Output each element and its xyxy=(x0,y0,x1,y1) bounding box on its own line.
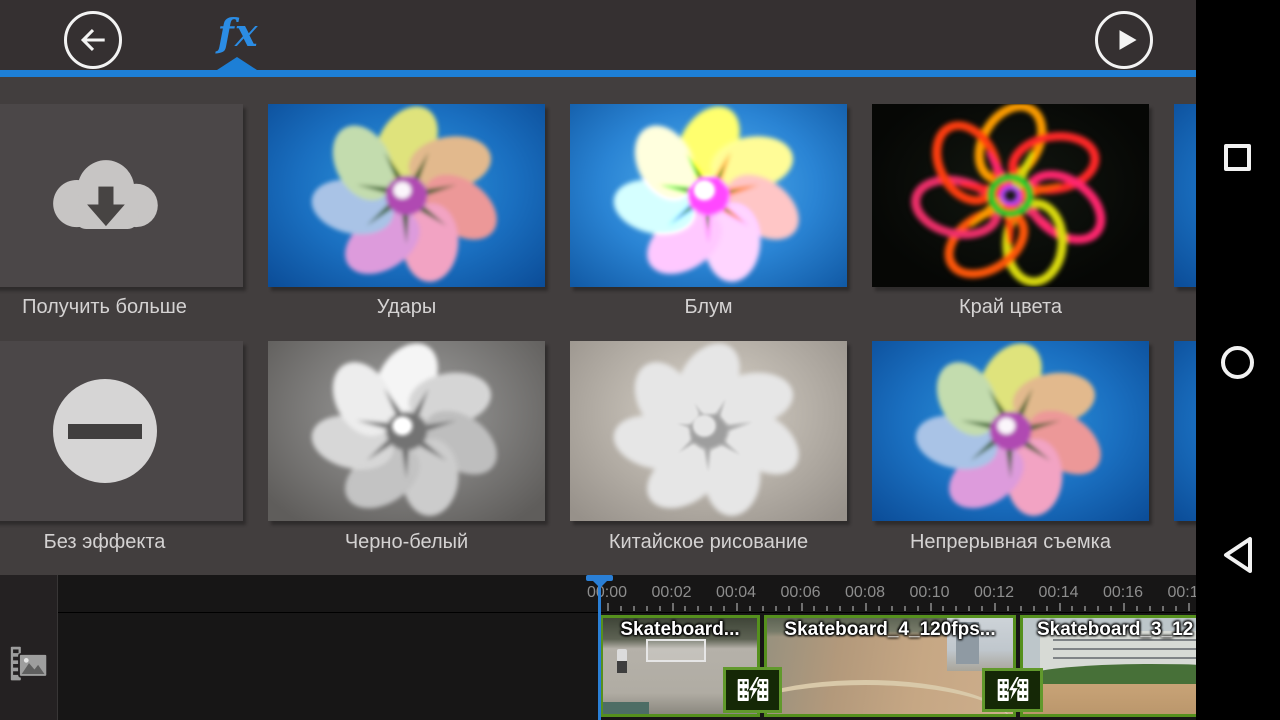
android-back-button[interactable] xyxy=(1220,534,1256,576)
effect-tile-partial-top[interactable] xyxy=(1174,104,1196,287)
effect-label: Без эффекта xyxy=(0,531,243,554)
ruler-time: 00:06 xyxy=(769,584,833,602)
ruler-time: 00:10 xyxy=(898,584,962,602)
effect-tile-continuous[interactable]: Непрерывная съемка xyxy=(872,341,1149,521)
timeline-clip-2[interactable]: Skateboard_4_120fps... xyxy=(764,615,1016,717)
video-editor-screen: fx xyxy=(0,0,1280,720)
effect-thumb-partial xyxy=(1174,104,1196,287)
cloud-download-icon xyxy=(39,150,171,242)
ground xyxy=(1023,684,1196,714)
effect-thumb-chinese-ink xyxy=(570,341,847,521)
skater-figure xyxy=(617,649,627,662)
get-more-thumb xyxy=(0,104,243,287)
tab-underline xyxy=(0,70,1196,77)
effect-tile-partial-bottom[interactable] xyxy=(1174,341,1196,521)
transition-icon xyxy=(736,676,770,704)
effect-label: Получить больше xyxy=(0,296,243,319)
path-curve xyxy=(764,680,1013,717)
effect-label: Край цвета xyxy=(872,296,1149,319)
app-window: fx xyxy=(0,0,1196,720)
video-track-header[interactable] xyxy=(0,575,58,720)
ruler-time: 00:08 xyxy=(833,584,897,602)
ruler-time: 00:04 xyxy=(704,584,768,602)
effect-tile-hits[interactable]: Удары xyxy=(268,104,545,287)
recents-button[interactable] xyxy=(1224,144,1251,171)
play-button[interactable] xyxy=(1095,11,1153,69)
effect-label: Китайское рисование xyxy=(570,531,847,554)
back-button[interactable] xyxy=(64,11,122,69)
no-effect-thumb xyxy=(0,341,243,521)
android-nav-bar xyxy=(1196,0,1280,720)
effect-tile-color-edge[interactable]: Край цвета xyxy=(872,104,1149,287)
effect-tile-bloom[interactable]: Блум xyxy=(570,104,847,287)
ruler-time: 00:02 xyxy=(640,584,704,602)
minus-circle-icon xyxy=(53,379,157,483)
transition-icon xyxy=(996,676,1030,704)
timeline-clip-3[interactable]: Skateboard_3_12 xyxy=(1020,615,1196,717)
effect-thumb-black-white xyxy=(268,341,545,521)
effect-tile-no-effect[interactable]: Без эффекта xyxy=(0,341,243,521)
timeline-panel: 00:00 00:02 00:04 00:06 00:08 00:10 00:1… xyxy=(0,575,1196,720)
effect-tile-black-white[interactable]: Черно-белый xyxy=(268,341,545,521)
clip-name: Skateboard_4_120fps... xyxy=(767,619,1013,641)
play-icon xyxy=(1106,22,1142,58)
effect-label: Черно-белый xyxy=(268,531,545,554)
tab-pointer-icon xyxy=(217,57,257,70)
tab-effects-fx[interactable]: fx xyxy=(198,6,278,64)
home-button[interactable] xyxy=(1221,346,1254,379)
ruler-time: 00:14 xyxy=(1027,584,1091,602)
playhead-line[interactable] xyxy=(598,577,601,720)
effect-thumb-color-edge xyxy=(872,104,1149,287)
effect-label: Блум xyxy=(570,296,847,319)
back-arrow-icon xyxy=(75,22,111,58)
top-toolbar: fx xyxy=(0,0,1196,70)
transition-button-1[interactable] xyxy=(723,667,782,713)
effect-thumb-continuous xyxy=(872,341,1149,521)
effect-label: Непрерывная съемка xyxy=(872,531,1149,554)
effects-grid: Получить больше Удары Блум Край цвета xyxy=(0,77,1196,575)
clip-name: Skateboard_3_12 xyxy=(1023,619,1196,641)
effect-tile-get-more[interactable]: Получить больше xyxy=(0,104,243,287)
video-track-icon xyxy=(9,645,49,683)
goal-net xyxy=(646,639,705,662)
effect-tile-chinese-ink[interactable]: Китайское рисование xyxy=(570,341,847,521)
clip-name: Skateboard... xyxy=(603,619,757,641)
ruler-time: 00:16 xyxy=(1091,584,1155,602)
transition-button-2[interactable] xyxy=(982,668,1043,712)
ruler-time: 00:12 xyxy=(962,584,1026,602)
effect-thumb-partial xyxy=(1174,341,1196,521)
ruler-time: 00:18 xyxy=(1156,584,1197,602)
effect-label: Удары xyxy=(268,296,545,319)
court-edge xyxy=(603,702,649,714)
skater-legs xyxy=(617,661,627,673)
effect-thumb-hits xyxy=(268,104,545,287)
effect-thumb-bloom xyxy=(570,104,847,287)
